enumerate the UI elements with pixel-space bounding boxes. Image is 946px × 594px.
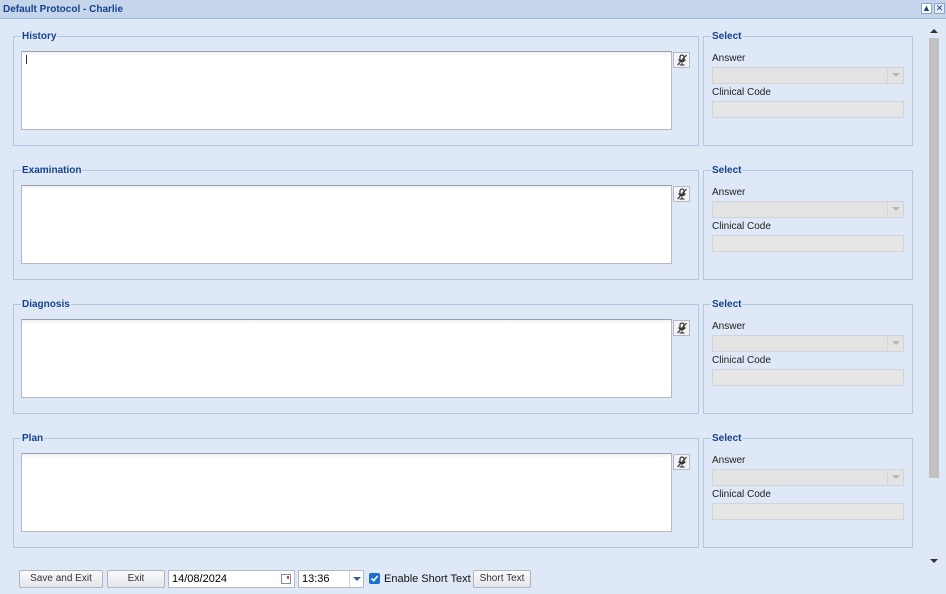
select-panel-plan: Select Answer Clinical Code (703, 433, 913, 548)
chevron-down-icon[interactable] (887, 336, 903, 351)
scroll-down-arrow-icon[interactable] (930, 559, 938, 563)
clinical-code-label: Clinical Code (712, 221, 771, 232)
microphone-muted-icon[interactable] (673, 52, 690, 68)
clinical-code-field[interactable] (712, 503, 904, 520)
save-and-exit-button[interactable]: Save and Exit (19, 570, 103, 588)
section-plan: Plan (13, 433, 699, 548)
enable-short-text-label[interactable]: Enable Short Text (384, 573, 471, 585)
vertical-scrollbar[interactable] (927, 26, 941, 566)
chevron-down-icon[interactable] (887, 470, 903, 485)
select-panel-diagnosis: Select Answer Clinical Code (703, 299, 913, 414)
date-value: 14/08/2024 (172, 573, 228, 585)
select-panel-examination: Select Answer Clinical Code (703, 165, 913, 280)
history-notes-textarea[interactable] (21, 51, 672, 130)
time-value: 13:36 (302, 573, 330, 585)
section-examination: Examination (13, 165, 699, 280)
microphone-muted-icon[interactable] (673, 320, 690, 336)
select-legend: Select (711, 433, 743, 444)
section-history-legend: History (21, 31, 58, 42)
answer-combobox[interactable] (712, 67, 904, 84)
answer-label: Answer (712, 53, 746, 64)
section-diagnosis-legend: Diagnosis (21, 299, 71, 310)
collapse-up-icon[interactable]: ▲ (921, 3, 932, 14)
clinical-code-field[interactable] (712, 101, 904, 118)
window-titlebar: Default Protocol - Charlie ▲ ✕ (0, 0, 946, 19)
select-legend: Select (711, 165, 743, 176)
calendar-icon[interactable] (281, 574, 291, 584)
clinical-code-label: Clinical Code (712, 489, 771, 500)
enable-short-text-checkbox[interactable] (369, 573, 380, 584)
short-text-button[interactable]: Short Text (473, 570, 531, 588)
answer-label: Answer (712, 187, 746, 198)
scrollbar-thumb[interactable] (929, 38, 939, 478)
answer-combobox[interactable] (712, 469, 904, 486)
chevron-down-icon[interactable] (887, 202, 903, 217)
chevron-down-icon[interactable] (887, 68, 903, 83)
answer-label: Answer (712, 455, 746, 466)
select-panel-history: Select Answer Clinical Code (703, 31, 913, 146)
section-history: History (13, 31, 699, 146)
answer-combobox[interactable] (712, 335, 904, 352)
select-legend: Select (711, 31, 743, 42)
answer-combobox[interactable] (712, 201, 904, 218)
clinical-code-label: Clinical Code (712, 87, 771, 98)
section-diagnosis: Diagnosis (13, 299, 699, 414)
clinical-code-field[interactable] (712, 235, 904, 252)
chevron-down-icon[interactable] (349, 571, 363, 587)
examination-notes-textarea[interactable] (21, 185, 672, 264)
date-field[interactable]: 14/08/2024 (168, 570, 295, 588)
window-title: Default Protocol - Charlie (3, 4, 124, 15)
section-plan-legend: Plan (21, 433, 45, 444)
close-icon[interactable]: ✕ (934, 3, 945, 14)
microphone-muted-icon[interactable] (673, 454, 690, 470)
clinical-code-field[interactable] (712, 369, 904, 386)
scroll-up-arrow-icon[interactable] (930, 29, 938, 33)
select-legend: Select (711, 299, 743, 310)
clinical-code-label: Clinical Code (712, 355, 771, 366)
microphone-muted-icon[interactable] (673, 186, 690, 202)
answer-label: Answer (712, 321, 746, 332)
plan-notes-textarea[interactable] (21, 453, 672, 532)
diagnosis-notes-textarea[interactable] (21, 319, 672, 398)
exit-button[interactable]: Exit (107, 570, 165, 588)
time-field[interactable]: 13:36 (298, 570, 364, 588)
section-examination-legend: Examination (21, 165, 83, 176)
